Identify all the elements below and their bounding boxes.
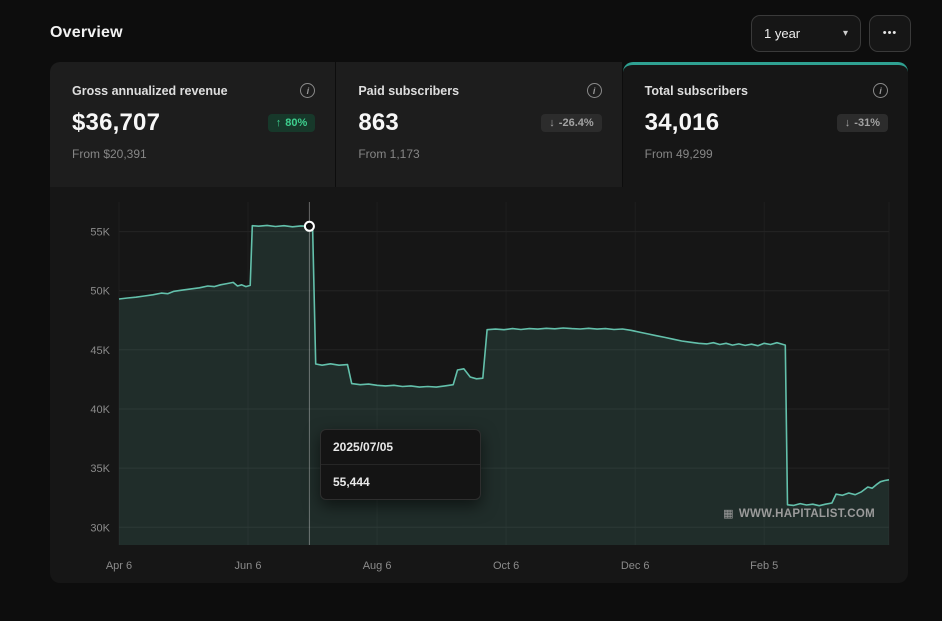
svg-text:Oct 6: Oct 6 (493, 560, 519, 572)
overview-panel: Gross annualized revenue i $36,707 ↑ 80%… (50, 62, 908, 583)
card-previous-value: From 49,299 (644, 147, 713, 161)
total-subscribers-chart[interactable]: Apr 6 Jun 6 Aug 6 Oct 6 Dec 6 Feb 5 30K 35K 40K 4… (50, 187, 908, 583)
card-title: Total subscribers (644, 83, 748, 98)
topbar: Overview 1 year ▾ ••• (50, 14, 911, 52)
card-total-subscribers[interactable]: Total subscribers i 34,016 ↓ -31% From 4… (622, 62, 908, 187)
date-range-value: 1 year (764, 25, 801, 41)
svg-text:Feb 5: Feb 5 (750, 560, 778, 572)
arrow-down-icon: ↓ (844, 117, 851, 129)
delta-value: 80% (285, 117, 308, 129)
card-value: 34,016 (644, 109, 720, 136)
svg-text:Jun 6: Jun 6 (235, 560, 262, 572)
svg-text:Aug 6: Aug 6 (363, 560, 392, 572)
card-value: 863 (358, 109, 399, 136)
info-icon[interactable]: i (300, 83, 316, 98)
svg-text:50K: 50K (90, 286, 110, 298)
card-gross-annualized-revenue[interactable]: Gross annualized revenue i $36,707 ↑ 80%… (50, 62, 336, 187)
more-options-button[interactable]: ••• (869, 14, 911, 52)
tooltip-date: 2025/07/05 (321, 430, 480, 465)
svg-text:30K: 30K (90, 522, 110, 534)
delta-badge: ↑ 80% (267, 114, 316, 132)
card-paid-subscribers[interactable]: Paid subscribers i 863 ↓ -26.4% From 1,1… (336, 62, 622, 187)
watermark-text: WWW.HAPITALIST.COM (738, 507, 875, 520)
page-title: Overview (50, 24, 123, 41)
card-title: Gross annualized revenue (72, 83, 228, 98)
arrow-down-icon: ↓ (549, 117, 555, 129)
chevron-down-icon: ▾ (842, 27, 848, 39)
svg-text:Apr 6: Apr 6 (106, 560, 132, 572)
hapitalist-logo-icon: ▦ (723, 508, 734, 520)
watermark: ▦ WWW.HAPITALIST.COM (723, 507, 875, 521)
svg-text:40K: 40K (90, 404, 110, 416)
info-icon[interactable]: i (586, 83, 602, 98)
info-icon[interactable]: i (872, 83, 888, 98)
date-range-selector[interactable]: 1 year ▾ (751, 14, 861, 52)
delta-badge: ↓ -26.4% (541, 114, 602, 132)
area-chart-canvas[interactable]: Apr 6 Jun 6 Aug 6 Oct 6 Dec 6 Feb 5 30K 35K 40K 4… (50, 187, 908, 583)
card-title: Paid subscribers (358, 83, 460, 98)
delta-badge: ↓ -31% (836, 114, 888, 132)
ellipsis-icon: ••• (882, 27, 898, 39)
svg-text:Dec 6: Dec 6 (621, 560, 650, 572)
delta-value: -26.4% (558, 117, 594, 129)
card-previous-value: From 1,173 (358, 147, 420, 161)
stat-cards: Gross annualized revenue i $36,707 ↑ 80%… (50, 62, 908, 187)
arrow-up-icon: ↑ (275, 117, 282, 129)
topbar-actions: 1 year ▾ ••• (751, 14, 911, 52)
card-previous-value: From $20,391 (72, 147, 147, 161)
svg-text:45K: 45K (90, 345, 110, 357)
chart-tooltip: 2025/07/05 55,444 (320, 429, 481, 500)
delta-value: -31% (854, 117, 880, 129)
svg-text:55K: 55K (90, 227, 110, 239)
svg-text:35K: 35K (90, 463, 110, 475)
card-value: $36,707 (72, 109, 161, 136)
tooltip-value: 55,444 (333, 475, 370, 489)
